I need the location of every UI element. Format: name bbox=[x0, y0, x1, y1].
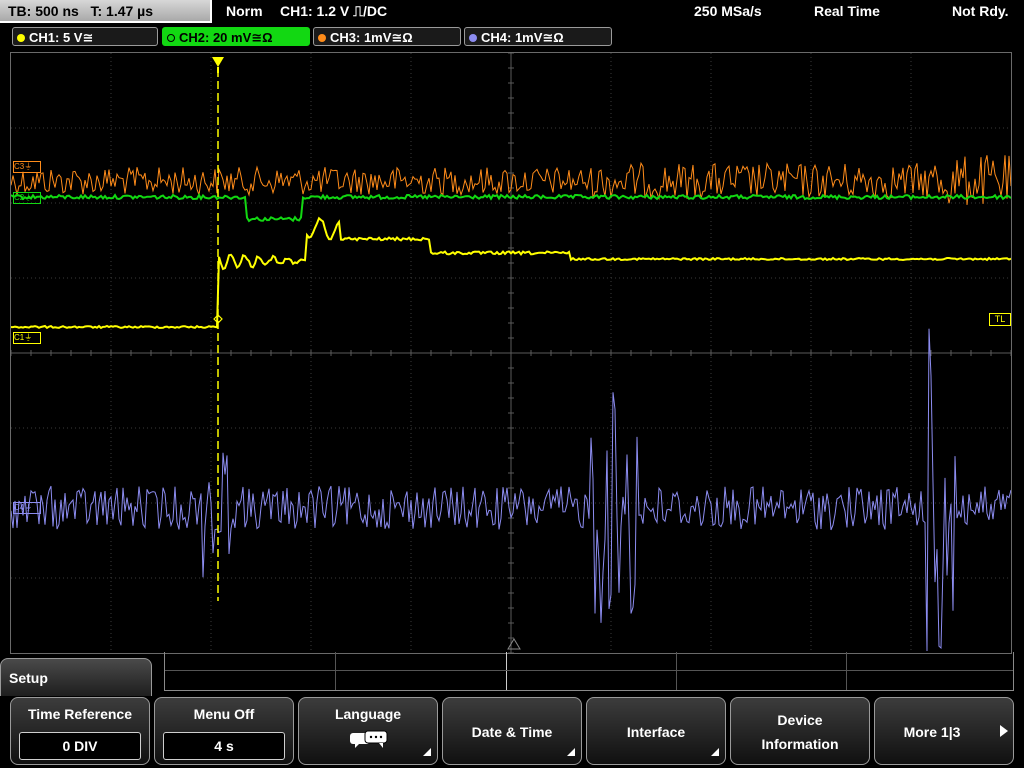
trigger-time-readout: T: 1.47 µs bbox=[90, 3, 154, 19]
acquisition-mode[interactable]: Norm bbox=[226, 3, 263, 19]
status-strip bbox=[164, 652, 1014, 691]
interface-label: Interface bbox=[626, 724, 686, 740]
date-time-label: Date & Time bbox=[471, 724, 553, 740]
ch4-ground-marker[interactable]: C4⏚ bbox=[13, 502, 41, 514]
ch3-label: CH3: 1mV≅Ω bbox=[330, 30, 413, 45]
menu-off-label: Menu Off bbox=[193, 706, 255, 722]
sample-rate: 250 MSa/s bbox=[694, 3, 762, 19]
trigger-level-label: TL bbox=[994, 314, 1006, 324]
ch4-label: CH4: 1mV≅Ω bbox=[481, 30, 564, 45]
timebase-readout: TB: 500 ns bbox=[8, 3, 79, 19]
ch4-color-dot bbox=[469, 34, 477, 42]
channel-tab-ch2[interactable]: CH2: 20 mV≅Ω bbox=[162, 27, 310, 46]
waveform-display[interactable]: C3⏚ C2⏚ C1⏚ C4⏚ TL bbox=[10, 52, 1012, 654]
menu-off-value: 4 s bbox=[163, 732, 285, 760]
ch3-color-dot bbox=[318, 34, 326, 42]
ch2-color-dot bbox=[167, 34, 175, 42]
ch1-ground-marker[interactable]: C1⏚ bbox=[13, 332, 41, 344]
ch1-label: CH1: 5 V≅ bbox=[29, 30, 94, 45]
ch1-color-dot bbox=[17, 34, 25, 42]
trigger-setting[interactable]: CH1: 1.2 V ⎍/DC bbox=[280, 3, 387, 20]
corner-indicator-icon bbox=[567, 748, 575, 756]
device-information-softkey[interactable]: Device Information bbox=[730, 697, 870, 765]
date-time-softkey[interactable]: Date & Time bbox=[442, 697, 582, 765]
interface-softkey[interactable]: Interface bbox=[586, 697, 726, 765]
menu-title-tab: Setup bbox=[0, 658, 152, 696]
ch3-ground-marker[interactable]: C3⏚ bbox=[13, 161, 41, 173]
time-reference-label: Time Reference bbox=[27, 706, 132, 722]
corner-indicator-icon bbox=[423, 748, 431, 756]
more-softkey[interactable]: More 1|3 bbox=[874, 697, 1014, 765]
device-label-line1: Device bbox=[777, 712, 823, 728]
horizontal-position-marker-icon[interactable] bbox=[507, 638, 521, 650]
right-arrow-icon bbox=[1000, 725, 1008, 737]
menu-off-softkey[interactable]: Menu Off 4 s bbox=[154, 697, 294, 765]
time-reference-softkey[interactable]: Time Reference 0 DIV bbox=[10, 697, 150, 765]
more-label: More 1|3 bbox=[903, 724, 961, 740]
ch2-marker-label: C2 bbox=[14, 193, 25, 202]
ch2-ground-marker[interactable]: C2⏚ bbox=[13, 192, 41, 204]
trigger-position-marker-icon[interactable] bbox=[212, 57, 224, 67]
channel-tab-ch4[interactable]: CH4: 1mV≅Ω bbox=[464, 27, 612, 46]
channel-tab-ch1[interactable]: CH1: 5 V≅ bbox=[12, 27, 158, 46]
timebase-box[interactable]: TB: 500 ns T: 1.47 µs bbox=[0, 0, 212, 23]
channel-tab-ch3[interactable]: CH3: 1mV≅Ω bbox=[313, 27, 461, 46]
graticule-grid bbox=[11, 53, 1011, 653]
language-softkey[interactable]: Language bbox=[298, 697, 438, 765]
ch4-marker-label: C4 bbox=[14, 503, 25, 512]
corner-indicator-icon bbox=[711, 748, 719, 756]
ch3-marker-label: C3 bbox=[14, 162, 25, 171]
trigger-status: Not Rdy. bbox=[952, 3, 1009, 19]
speech-bubbles-icon bbox=[350, 730, 388, 748]
acquisition-type: Real Time bbox=[814, 3, 880, 19]
device-label-line2: Information bbox=[761, 736, 839, 752]
time-reference-value: 0 DIV bbox=[19, 732, 141, 760]
ch2-label: CH2: 20 mV≅Ω bbox=[179, 30, 273, 45]
ch1-marker-label: C1 bbox=[14, 333, 25, 342]
menu-title: Setup bbox=[9, 670, 48, 686]
language-label: Language bbox=[334, 706, 402, 722]
trigger-level-marker[interactable]: TL bbox=[989, 313, 1011, 326]
